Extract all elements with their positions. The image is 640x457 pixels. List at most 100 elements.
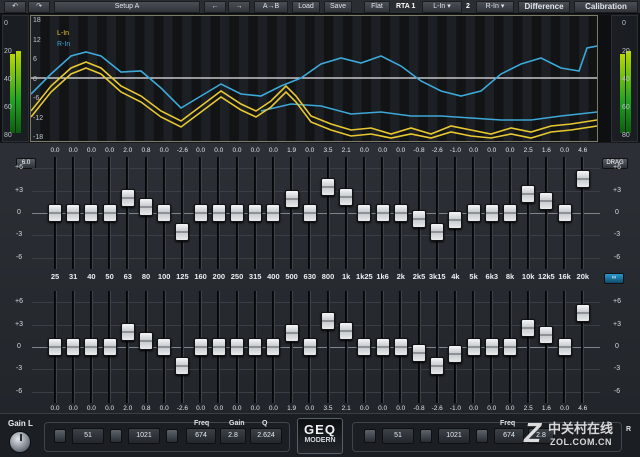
fader-handle-12k5[interactable] — [539, 326, 554, 345]
fader-handle-2k[interactable] — [393, 338, 408, 356]
upper-gain-values: 0.0 0.0 0.0 0.0 2.0 0.8 0.0 -2.6 0.0 0.0 0.0 0.0 0.0… — [0, 147, 640, 156]
left-band-mode-button-3[interactable] — [166, 429, 178, 443]
fader-handle-400[interactable] — [266, 204, 281, 222]
fader-handle-1k6[interactable] — [375, 338, 390, 356]
prev-setup-button[interactable]: ← — [204, 1, 226, 13]
fader-handle-40[interactable] — [84, 338, 99, 356]
right-field-1[interactable]: 51 — [382, 428, 414, 444]
gain-value: 0.0 — [68, 405, 78, 412]
right-band-mode-button[interactable] — [364, 429, 376, 443]
fader-handle-3k15[interactable] — [430, 357, 445, 376]
fader-handle-8k[interactable] — [503, 338, 517, 356]
scale-label-right: +6 — [613, 164, 621, 172]
fader-handle-1k25[interactable] — [357, 204, 372, 222]
fader-handle-800[interactable] — [321, 178, 335, 196]
fader-handle-6k3[interactable] — [484, 338, 499, 356]
fader-handle-5k[interactable] — [466, 204, 481, 222]
scale-label-right: 0 — [615, 209, 619, 216]
fader-handle-125[interactable] — [175, 223, 190, 242]
fader-handle-500[interactable] — [284, 189, 299, 208]
fader-handle-315[interactable] — [248, 204, 263, 222]
fader-handle-125[interactable] — [175, 357, 190, 376]
next-setup-button[interactable]: → — [228, 1, 250, 13]
redo-button[interactable]: ↷ — [28, 1, 50, 13]
fader-handle-200[interactable] — [211, 204, 226, 222]
load-button[interactable]: Load — [292, 1, 320, 13]
fader-handle-10k[interactable] — [521, 319, 536, 338]
fader-handle-315[interactable] — [248, 338, 263, 356]
meter-tick-left: 60 — [4, 104, 12, 111]
fader-handle-4k[interactable] — [448, 211, 463, 230]
fader-handle-6k3[interactable] — [484, 204, 499, 222]
fader-handle-630[interactable] — [302, 338, 317, 356]
a-to-b-button[interactable]: A→B — [254, 1, 288, 13]
fader-handle-1k[interactable] — [339, 188, 354, 207]
fader-handle-20k[interactable] — [575, 169, 590, 188]
fader-handle-160[interactable] — [193, 338, 208, 356]
fader-handle-2k5[interactable] — [412, 209, 426, 228]
fader-handle-250[interactable] — [230, 204, 244, 222]
fader-handle-2k5[interactable] — [412, 343, 426, 362]
left-field-2[interactable]: 1021 — [128, 428, 160, 444]
fader-handle-31[interactable] — [66, 204, 81, 222]
fader-handle-500[interactable] — [284, 323, 299, 342]
gain-l-knob[interactable] — [9, 431, 31, 453]
fader-handle-1k6[interactable] — [375, 204, 390, 222]
difference-button[interactable]: Difference — [518, 1, 570, 13]
fader-handle-800[interactable] — [321, 312, 335, 330]
fader-handle-160[interactable] — [193, 204, 208, 222]
fader-handle-250[interactable] — [230, 338, 244, 356]
fader-handle-20k[interactable] — [575, 303, 590, 322]
gain-value: 2.5 — [523, 147, 533, 154]
gain-value: 0.0 — [232, 405, 242, 412]
fader-handle-63[interactable] — [120, 189, 135, 208]
fader-handle-4k[interactable] — [448, 345, 463, 364]
left-freq-value[interactable]: 674 — [186, 428, 216, 444]
fader-handle-16k[interactable] — [557, 338, 572, 356]
fader-handle-200[interactable] — [211, 338, 226, 356]
link-button[interactable]: ∞ — [604, 273, 624, 284]
fader-handle-16k[interactable] — [557, 204, 572, 222]
left-band-mode-button[interactable] — [54, 429, 66, 443]
fader-handle-12k5[interactable] — [539, 192, 554, 211]
right-freq-value[interactable]: 674 — [494, 428, 524, 444]
fader-handle-2k[interactable] — [393, 204, 408, 222]
fader-handle-50[interactable] — [102, 204, 117, 222]
gain-l-label: Gain L — [8, 419, 33, 428]
fader-handle-5k[interactable] — [466, 338, 481, 356]
undo-button[interactable]: ↶ — [4, 1, 26, 13]
left-band-mode-button-2[interactable] — [110, 429, 122, 443]
fader-handle-400[interactable] — [266, 338, 281, 356]
fader-handle-80[interactable] — [139, 332, 153, 351]
fader-handle-63[interactable] — [120, 323, 135, 342]
fader-handle-100[interactable] — [157, 204, 172, 222]
calibration-button[interactable]: Calibration — [574, 1, 638, 13]
left-q-value[interactable]: 2.624 — [250, 428, 282, 444]
fader-handle-1k[interactable] — [339, 322, 354, 341]
fader-handle-10k[interactable] — [521, 185, 536, 204]
fader-handle-100[interactable] — [157, 338, 172, 356]
fader-handle-1k25[interactable] — [357, 338, 372, 356]
left-gain-value[interactable]: 2.8 — [220, 428, 246, 444]
fader-handle-25[interactable] — [48, 204, 62, 222]
fader-handle-80[interactable] — [139, 198, 153, 217]
fader-handle-8k[interactable] — [503, 204, 517, 222]
setup-selector[interactable]: Setup A — [54, 1, 200, 13]
fader-handle-40[interactable] — [84, 204, 99, 222]
right-band-mode-button-2[interactable] — [420, 429, 432, 443]
right-band-mode-button-3[interactable] — [476, 429, 488, 443]
rta1-source-value: L-In — [433, 3, 446, 10]
fader-handle-50[interactable] — [102, 338, 117, 356]
fader-handle-31[interactable] — [66, 338, 81, 356]
rta1-source-select[interactable]: L-In ▾ — [422, 1, 462, 13]
fader-handle-25[interactable] — [48, 338, 62, 356]
left-field-1[interactable]: 51 — [72, 428, 104, 444]
fader-handle-3k15[interactable] — [430, 223, 445, 242]
save-button[interactable]: Save — [324, 1, 352, 13]
gridline — [32, 257, 600, 259]
rta2-source-select[interactable]: R-In ▾ — [476, 1, 514, 13]
right-field-2[interactable]: 1021 — [438, 428, 470, 444]
fader-handle-630[interactable] — [302, 204, 317, 222]
rta-graph[interactable] — [30, 15, 598, 142]
flat-button[interactable]: Flat — [364, 1, 390, 13]
